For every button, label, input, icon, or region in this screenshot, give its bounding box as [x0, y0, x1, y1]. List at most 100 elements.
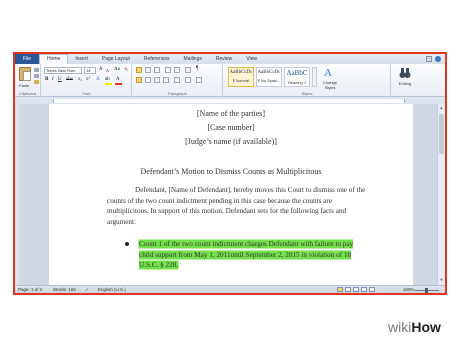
styles-scroll-icon[interactable]	[312, 67, 317, 87]
bold-icon[interactable]: B	[45, 77, 48, 82]
tab-insert[interactable]: Insert	[68, 54, 95, 64]
cut-icon[interactable]	[34, 68, 39, 72]
change-styles-icon: A	[324, 67, 332, 78]
full-screen-view-icon[interactable]	[345, 287, 351, 292]
align-center-icon[interactable]	[145, 77, 151, 83]
outline-view-icon[interactable]	[361, 287, 367, 292]
proofing-icon[interactable]: ✓	[85, 286, 89, 293]
editing-button[interactable]: Editing	[393, 64, 417, 94]
paste-button[interactable]: Paste	[19, 83, 29, 88]
bullets-icon[interactable]	[136, 67, 142, 73]
ruler-text-area	[53, 99, 405, 103]
highlight-color-bar	[105, 83, 112, 85]
paragraph-group: ¶ Paragraph	[133, 64, 223, 97]
clipboard-group: Paste Clipboard	[15, 64, 41, 97]
help-icon[interactable]	[435, 56, 441, 62]
show-formatting-icon[interactable]: ¶	[196, 66, 198, 71]
bullet-dot	[125, 242, 129, 246]
document-area: [Name of the parties] [Case number] [Jud…	[15, 104, 437, 285]
parties-line: [Name of the parties]	[196, 109, 266, 118]
vertical-scrollbar[interactable]: ▲ ▼	[437, 104, 445, 285]
copy-icon[interactable]	[34, 74, 39, 78]
clipboard-group-label: Clipboard	[18, 91, 37, 96]
style-sample: AaBbCcDc	[257, 70, 281, 75]
shrink-font-icon[interactable]: A	[106, 68, 109, 73]
change-styles-label: Change Styles	[322, 80, 337, 90]
font-group-label: Font	[82, 91, 91, 96]
document-page[interactable]: [Name of the parties] [Case number] [Jud…	[49, 104, 413, 285]
tab-review[interactable]: Review	[209, 54, 239, 64]
style-sample: AaBbCcDc	[229, 70, 253, 75]
vertical-ruler[interactable]	[15, 104, 19, 285]
tab-file[interactable]: File	[15, 54, 39, 64]
highlight-color-icon[interactable]: ab	[105, 77, 110, 82]
paste-icon[interactable]	[19, 67, 31, 81]
style-name: Heading 1	[287, 80, 307, 85]
style-name: ¶ Normal	[232, 78, 250, 83]
paragraph-group-label: Paragraph	[168, 91, 187, 96]
zoom-slider-knob[interactable]	[425, 288, 428, 293]
tab-mailings[interactable]: Mailings	[177, 54, 209, 64]
style-heading-1[interactable]: AaBbC Heading 1	[284, 67, 310, 87]
highlighted-text: Count 1 of the two count indictment char…	[139, 240, 354, 269]
justify-icon[interactable]	[163, 77, 169, 83]
word-count[interactable]: Words: 166	[53, 286, 76, 293]
word-window: File Home Insert Page Layout References …	[13, 52, 447, 295]
sort-icon[interactable]	[185, 67, 191, 73]
align-right-icon[interactable]	[154, 77, 160, 83]
clear-formatting-icon[interactable]: ✎	[124, 67, 128, 73]
font-size-select[interactable]: 14	[84, 67, 96, 74]
strikethrough-icon[interactable]: abc	[66, 77, 73, 82]
decrease-indent-icon[interactable]	[165, 67, 171, 73]
status-bar: Page: 1 of 2 Words: 166 ✓ English (U.S.)…	[15, 285, 445, 293]
numbering-icon[interactable]	[145, 67, 151, 73]
wikihow-watermark: wikiHow	[388, 319, 441, 335]
draft-view-icon[interactable]	[369, 287, 375, 292]
underline-icon[interactable]: U	[58, 77, 62, 82]
body-paragraph-text: Defendant, [Name of Defendant], hereby m…	[107, 186, 366, 226]
grow-font-icon[interactable]: A	[99, 67, 103, 72]
font-color-icon[interactable]: A	[116, 77, 120, 82]
tab-references[interactable]: References	[137, 54, 177, 64]
align-left-icon[interactable]	[136, 77, 142, 83]
zoom-level[interactable]: 100%	[403, 286, 415, 293]
scroll-down-icon[interactable]: ▼	[439, 277, 444, 282]
web-layout-view-icon[interactable]	[353, 287, 359, 292]
tab-view[interactable]: View	[239, 54, 264, 64]
case-number-line: [Case number]	[207, 123, 255, 132]
language-status[interactable]: English (U.S.)	[98, 286, 126, 293]
print-layout-view-icon[interactable]	[337, 287, 343, 292]
binoculars-icon	[399, 68, 411, 78]
scrollbar-thumb[interactable]	[439, 114, 444, 154]
multilevel-list-icon[interactable]	[154, 67, 160, 73]
tab-home[interactable]: Home	[39, 54, 69, 64]
editing-label: Editing	[398, 81, 412, 86]
styles-group-label: Styles	[301, 91, 313, 96]
style-name: ¶ No Spaci...	[257, 78, 281, 83]
body-paragraph: Defendant, [Name of Defendant], hereby m…	[107, 185, 369, 227]
shading-icon[interactable]	[185, 77, 191, 83]
page-count[interactable]: Page: 1 of 2	[18, 286, 42, 293]
line-spacing-icon[interactable]	[174, 77, 180, 83]
increase-indent-icon[interactable]	[174, 67, 180, 73]
subscript-icon[interactable]: x₂	[78, 77, 82, 82]
superscript-icon[interactable]: x²	[86, 77, 90, 82]
scroll-up-icon[interactable]: ▲	[439, 105, 444, 110]
italic-icon[interactable]: I	[52, 77, 54, 82]
font-group: Times New Rom 14 A A Aa ✎ B I U abc x₂ x…	[42, 64, 132, 97]
style-no-spacing[interactable]: AaBbCcDc ¶ No Spaci...	[256, 67, 282, 87]
font-name-select[interactable]: Times New Rom	[44, 67, 82, 74]
font-color-bar	[115, 83, 122, 85]
text-effects-icon[interactable]: A	[96, 77, 100, 82]
change-styles-button[interactable]: A Change Styles	[321, 64, 341, 94]
tab-page-layout[interactable]: Page Layout	[95, 54, 137, 64]
borders-icon[interactable]	[196, 77, 202, 83]
bullet-text: Count 1 of the two count indictment char…	[139, 239, 361, 271]
style-sample: AaBbC	[286, 69, 308, 77]
minimize-ribbon-icon[interactable]: –	[426, 56, 432, 62]
ribbon-controls: –	[426, 54, 445, 64]
format-painter-icon[interactable]	[34, 80, 39, 84]
change-case-icon[interactable]: Aa	[114, 67, 120, 72]
style-normal[interactable]: AaBbCcDc ¶ Normal	[228, 67, 254, 87]
styles-group: AaBbCcDc ¶ Normal AaBbCcDc ¶ No Spaci...…	[224, 64, 391, 97]
